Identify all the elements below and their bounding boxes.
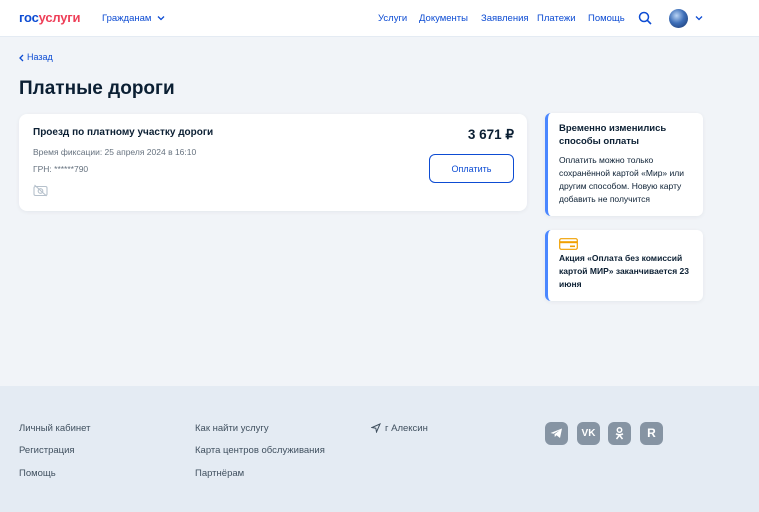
region-label: Гражданам (102, 13, 152, 24)
logo-text-part2: услуги (38, 10, 81, 25)
chevron-down-icon[interactable] (695, 15, 703, 21)
top-header: госуслуги Гражданам Услуги Документы Зая… (0, 0, 759, 37)
fixation-time: Время фиксации: 25 апреля 2024 в 16:10 (33, 147, 197, 157)
payment-card: Проезд по платному участку дороги Время … (19, 114, 527, 211)
footer-help[interactable]: Помощь (19, 468, 56, 479)
region-selector[interactable]: Гражданам (102, 13, 165, 24)
location-selector[interactable]: г Алексин (370, 423, 428, 435)
vk-icon[interactable]: VK (577, 422, 600, 445)
back-link[interactable]: Назад (19, 52, 53, 62)
rutube-icon[interactable]: R (640, 422, 663, 445)
credit-card-icon (559, 238, 578, 250)
chevron-left-icon (19, 54, 24, 62)
notice-title: Временно изменились способы оплаты (559, 123, 667, 147)
footer-personal-account[interactable]: Личный кабинет (19, 423, 90, 434)
footer-registration[interactable]: Регистрация (19, 445, 75, 456)
nav-applications[interactable]: Заявления (481, 13, 529, 24)
pay-button[interactable]: Оплатить (429, 154, 514, 183)
footer-partners[interactable]: Партнёрам (195, 468, 244, 479)
location-label: г Алексин (385, 423, 428, 434)
plate-number: ГРН: ******790 (33, 164, 89, 174)
footer-find-service[interactable]: Как найти услугу (195, 423, 269, 434)
logo-text-part1: гос (19, 10, 39, 25)
payment-methods-notice: Временно изменились способы оплаты Оплат… (545, 113, 703, 216)
promo-text: Акция «Оплата без комиссий картой МИР» з… (559, 253, 689, 289)
payment-title: Проезд по платному участку дороги (33, 127, 214, 138)
footer: Личный кабинет Регистрация Помощь Как на… (0, 386, 759, 512)
main-content: Назад Платные дороги Проезд по платному … (0, 38, 759, 386)
footer-service-centers-map[interactable]: Карта центров обслуживания (195, 445, 325, 456)
nav-documents[interactable]: Документы (419, 13, 468, 24)
gosuslugi-logo[interactable]: госуслуги (19, 10, 81, 25)
location-arrow-icon (370, 423, 381, 435)
page-title: Платные дороги (19, 78, 175, 99)
payment-amount: 3 671 ₽ (467, 127, 514, 142)
avatar[interactable] (669, 9, 688, 28)
notice-text: Оплатить можно только сохранённой картой… (559, 155, 684, 204)
chevron-down-icon (157, 16, 165, 21)
nav-help[interactable]: Помощь (588, 13, 625, 24)
nav-payments[interactable]: Платежи (537, 13, 576, 24)
promo-notice[interactable]: Акция «Оплата без комиссий картой МИР» з… (545, 230, 703, 301)
search-icon[interactable] (638, 11, 652, 25)
no-photo-icon[interactable] (33, 184, 48, 197)
back-label: Назад (27, 52, 53, 62)
nav-services[interactable]: Услуги (378, 13, 407, 24)
telegram-icon[interactable] (545, 422, 568, 445)
odnoklassniki-icon[interactable] (608, 422, 631, 445)
